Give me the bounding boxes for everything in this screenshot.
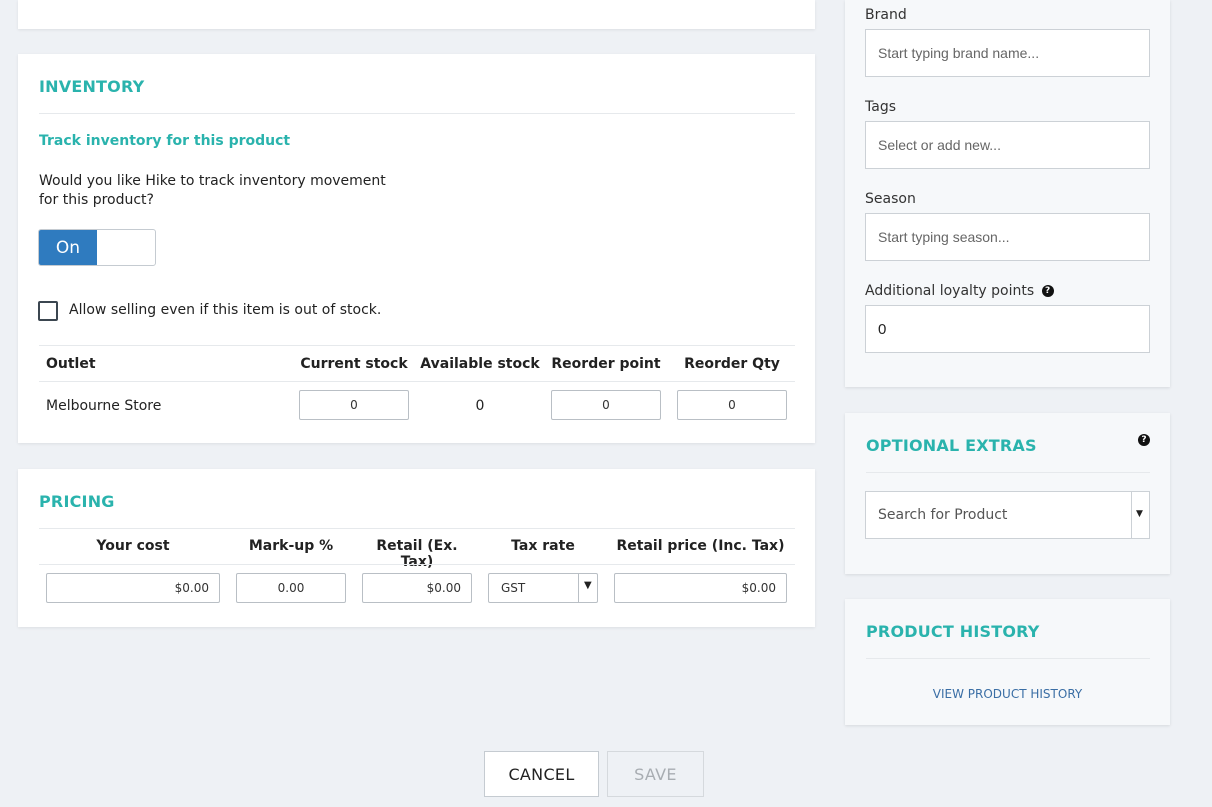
pricing-card: PRICING Your cost Mark-up % Retail (Ex. … (18, 469, 815, 627)
question-circle-icon[interactable]: ? (1138, 434, 1150, 446)
tax-rate-divider (578, 574, 579, 602)
th-outlet: Outlet (46, 356, 96, 372)
th-current-stock: Current stock (300, 356, 408, 372)
th-available-stock: Available stock (420, 356, 540, 372)
th-retail-ex-tax: Retail (Ex. Tax) (376, 538, 458, 570)
th-tax-rate: Tax rate (511, 538, 575, 554)
product-search-select[interactable]: Search for Product ▼ (865, 491, 1150, 539)
product-history-title: PRODUCT HISTORY (866, 622, 1040, 641)
th-your-cost: Your cost (96, 538, 170, 554)
pricing-title: PRICING (39, 492, 115, 511)
product-search-placeholder: Search for Product (878, 507, 1008, 523)
cancel-button[interactable]: CANCEL (484, 751, 599, 797)
save-button[interactable]: SAVE (607, 751, 704, 797)
retail-inc-tax-input[interactable]: $0.00 (614, 573, 787, 603)
caret-down-icon: ▼ (584, 580, 592, 591)
optional-extras-divider (866, 472, 1150, 473)
stock-table-header-divider (39, 381, 795, 382)
track-inventory-toggle[interactable]: On (38, 229, 156, 266)
track-inventory-question: Would you like Hike to track inventory m… (39, 173, 386, 208)
season-input[interactable]: Start typing season... (865, 213, 1150, 261)
loyalty-points-input[interactable]: 0 (865, 305, 1150, 353)
loyalty-points-text: Additional loyalty points (865, 283, 1035, 299)
allow-oos-checkbox[interactable] (38, 301, 58, 321)
available-stock-value: 0 (475, 398, 485, 414)
tags-label: Tags (865, 99, 896, 115)
top-card-partial (18, 0, 815, 29)
brand-label: Brand (865, 7, 907, 23)
product-history-divider (866, 658, 1150, 659)
tax-rate-value: GST (501, 581, 526, 595)
th-markup: Mark-up % (248, 538, 334, 554)
pricing-header-divider (39, 564, 795, 565)
optional-extras-title: OPTIONAL EXTRAS (866, 436, 1037, 455)
your-cost-input[interactable]: $0.00 (46, 573, 220, 603)
pricing-title-divider (39, 528, 795, 529)
view-product-history-link[interactable]: VIEW PRODUCT HISTORY (845, 687, 1170, 701)
th-reorder-point: Reorder point (551, 356, 661, 372)
toggle-on-segment[interactable]: On (39, 230, 97, 265)
retail-ex-tax-input[interactable]: $0.00 (362, 573, 472, 603)
outlet-name: Melbourne Store (46, 398, 162, 414)
allow-oos-label: Allow selling even if this item is out o… (69, 302, 382, 318)
current-stock-input[interactable]: 0 (299, 390, 409, 420)
tax-rate-select[interactable]: GST ▼ (488, 573, 598, 603)
th-retail-inc-tax: Retail price (Inc. Tax) (616, 538, 785, 554)
product-search-divider (1131, 492, 1132, 538)
reorder-point-input[interactable]: 0 (551, 390, 661, 420)
inventory-title-divider (39, 113, 795, 114)
optional-extras-card: OPTIONAL EXTRAS ? Search for Product ▼ (845, 413, 1170, 574)
inventory-title: INVENTORY (39, 77, 145, 96)
th-reorder-qty: Reorder Qty (684, 356, 780, 372)
tags-input[interactable]: Select or add new... (865, 121, 1150, 169)
markup-input[interactable]: 0.00 (236, 573, 346, 603)
loyalty-points-label: Additional loyalty points ? (865, 283, 1054, 299)
product-history-card: PRODUCT HISTORY VIEW PRODUCT HISTORY (845, 599, 1170, 725)
question-circle-icon[interactable]: ? (1041, 285, 1054, 297)
inventory-card: INVENTORY Track inventory for this produ… (18, 54, 815, 443)
reorder-qty-input[interactable]: 0 (677, 390, 787, 420)
stock-table-top-divider (39, 345, 795, 346)
product-details-sidebar: Brand Start typing brand name... Tags Se… (845, 0, 1170, 387)
caret-down-icon: ▼ (1136, 509, 1143, 519)
track-inventory-heading: Track inventory for this product (39, 133, 291, 149)
season-label: Season (865, 191, 916, 207)
brand-input[interactable]: Start typing brand name... (865, 29, 1150, 77)
